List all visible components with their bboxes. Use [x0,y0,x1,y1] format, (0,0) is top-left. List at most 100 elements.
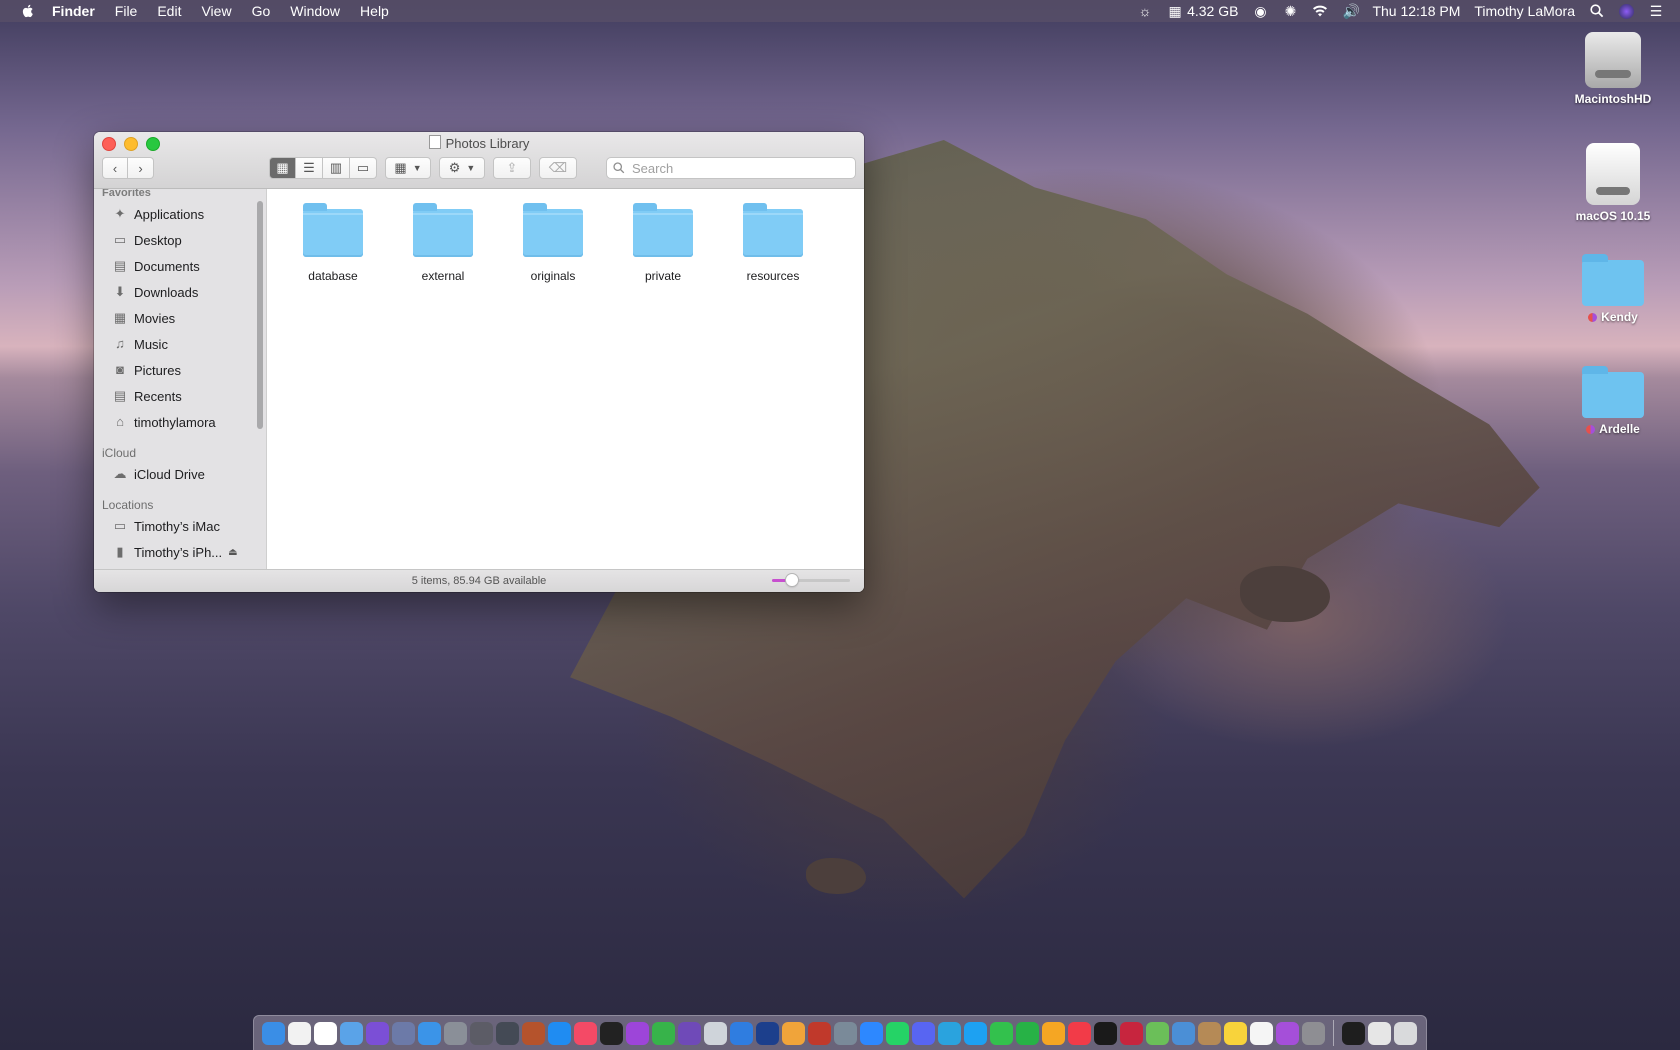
clock[interactable]: Thu 12:18 PM [1372,3,1460,19]
planet-icon[interactable] [522,1021,545,1045]
desktop-icon-macos[interactable]: macOS 10.15 [1558,143,1668,223]
reminders-icon[interactable] [1250,1021,1273,1045]
icon-size-slider[interactable] [772,574,850,586]
quicktime-icon[interactable] [756,1021,779,1045]
launchpad-icon[interactable] [392,1021,415,1045]
stocks-icon[interactable] [1094,1021,1117,1045]
calendar-icon[interactable] [314,1021,337,1045]
documents-stack-icon[interactable] [1368,1021,1391,1045]
sidebar-item-applications[interactable]: ✦ Applications [94,201,266,227]
sidebar-item-documents[interactable]: ▤ Documents [94,253,266,279]
clock-icon[interactable] [288,1021,311,1045]
spotlight-search-icon[interactable] [1589,4,1605,18]
sidebar-item-home[interactable]: ⌂ timothylamora [94,409,266,435]
facetime-icon[interactable] [1016,1021,1039,1045]
system-preferences-icon[interactable] [1302,1021,1325,1045]
image-capture-icon[interactable] [834,1021,857,1045]
feedback-icon[interactable] [1276,1021,1299,1045]
menu-app-name[interactable]: Finder [52,3,95,19]
camera-icon[interactable] [496,1021,519,1045]
photo-booth-icon[interactable] [808,1021,831,1045]
terminal-icon[interactable] [1342,1021,1365,1045]
share-button[interactable]: ⇪ [493,157,531,179]
sidebar-item-recents[interactable]: ▤ Recents [94,383,266,409]
music-icon[interactable] [574,1021,597,1045]
notification-center-icon[interactable]: ☰ [1648,4,1664,18]
menu-view[interactable]: View [201,3,231,19]
folder-item[interactable]: originals [503,203,603,283]
maps-icon[interactable] [1146,1021,1169,1045]
discord-icon[interactable] [912,1021,935,1045]
twitter-icon[interactable] [964,1021,987,1045]
rocket-icon[interactable] [444,1021,467,1045]
menu-go[interactable]: Go [252,3,271,19]
news-icon[interactable] [1068,1021,1091,1045]
forward-button[interactable]: › [128,157,154,179]
finder-icon[interactable] [262,1021,285,1045]
trash-icon[interactable] [1394,1021,1417,1045]
photos-icon[interactable] [782,1021,805,1045]
find-my-icon[interactable] [652,1021,675,1045]
home-icon[interactable] [1042,1021,1065,1045]
finder-window[interactable]: Photos Library ‹ › ▦ ☰ ▥ ▭ ▦ ▼ ⚙ ▼ ⇪ ⌫ S… [94,132,864,592]
siri-icon[interactable] [1619,3,1634,19]
preview-icon[interactable] [704,1021,727,1045]
group-by-button[interactable]: ▦ ▼ [385,157,431,179]
folder-item[interactable]: external [393,203,493,283]
back-button[interactable]: ‹ [102,157,128,179]
desktop-icon-macintoshhd[interactable]: MacintoshHD [1558,32,1668,106]
wifi-icon[interactable] [1312,4,1328,18]
list-view-button[interactable]: ☰ [296,157,323,179]
siri-icon[interactable] [366,1021,389,1045]
sidebar-item-icloud-drive[interactable]: ☁ iCloud Drive [94,461,266,487]
brightness-icon[interactable]: ☼ [1137,4,1153,18]
disk-utility-icon[interactable] [470,1021,493,1045]
messages-icon[interactable] [990,1021,1013,1045]
sidebar-item-desktop[interactable]: ▭ Desktop [94,227,266,253]
search-field[interactable] [606,157,856,179]
icon-size-slider-knob[interactable] [785,574,798,586]
sidebar-item-pictures[interactable]: ◙ Pictures [94,357,266,383]
tags-button[interactable]: ⌫ [539,157,577,179]
imovie-icon[interactable] [678,1021,701,1045]
safari-icon[interactable] [418,1021,441,1045]
gallery-view-button[interactable]: ▭ [350,157,377,179]
contacts-icon[interactable] [1198,1021,1221,1045]
file-area[interactable]: database external originals private reso… [267,189,864,569]
menu-file[interactable]: File [115,3,138,19]
menu-edit[interactable]: Edit [157,3,181,19]
desktop-icon-kendy[interactable]: Kendy [1558,254,1668,324]
photo-slideshow-icon[interactable] [1120,1021,1143,1045]
sidebar-item-iphone[interactable]: ▮ Timothy’s iPh... ⏏ [94,539,266,565]
telegram-icon[interactable] [938,1021,961,1045]
folder-item[interactable]: resources [723,203,823,283]
preview-icon[interactable] [1172,1021,1195,1045]
messenger-icon[interactable] [860,1021,883,1045]
sidebar-item-downloads[interactable]: ⬇ Downloads [94,279,266,305]
notes-icon[interactable] [1224,1021,1247,1045]
sidebar-item-movies[interactable]: ▦ Movies [94,305,266,331]
desktop-icon-ardelle[interactable]: Ardelle [1558,366,1668,436]
app-store-icon[interactable] [548,1021,571,1045]
menu-help[interactable]: Help [360,3,389,19]
action-menu-button[interactable]: ⚙ ▼ [439,157,485,179]
sidebar-scrollbar[interactable] [257,201,263,429]
podcasts-icon[interactable] [626,1021,649,1045]
user-name[interactable]: Timothy LaMora [1474,3,1575,19]
memory-status[interactable]: ▦ 4.32 GB [1167,3,1238,19]
mail-icon[interactable] [340,1021,363,1045]
eject-icon[interactable]: ⏏ [228,547,237,558]
tv-icon[interactable] [600,1021,623,1045]
window-titlebar[interactable]: Photos Library ‹ › ▦ ☰ ▥ ▭ ▦ ▼ ⚙ ▼ ⇪ ⌫ [94,132,864,189]
display-icon[interactable]: ✺ [1282,4,1298,18]
menu-window[interactable]: Window [290,3,340,19]
chrome-icon[interactable] [730,1021,753,1045]
folder-item[interactable]: database [283,203,383,283]
apple-icon[interactable] [20,3,36,19]
sync-icon[interactable]: ◉ [1252,4,1268,18]
search-input[interactable] [630,159,834,177]
sidebar-item-imac[interactable]: ▭ Timothy’s iMac [94,513,266,539]
icon-view-button[interactable]: ▦ [269,157,296,179]
column-view-button[interactable]: ▥ [323,157,350,179]
volume-icon[interactable]: 🔊 [1342,4,1359,18]
